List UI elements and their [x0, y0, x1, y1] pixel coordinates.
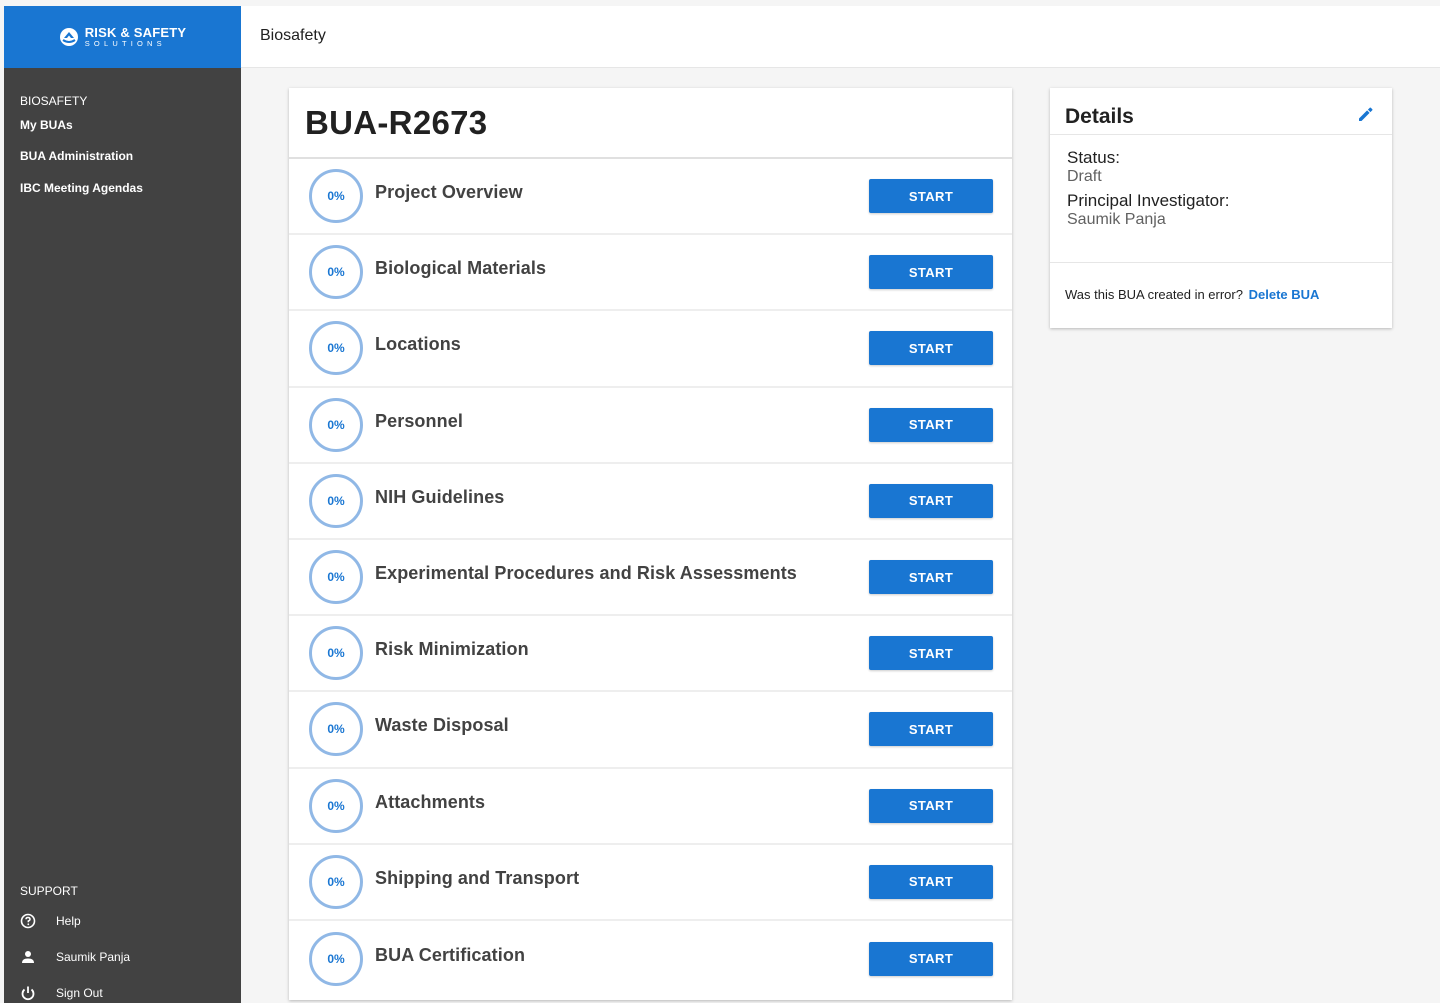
sidebar-item-bua-administration[interactable]: BUA Administration — [20, 149, 241, 163]
nav-section-title: BIOSAFETY — [20, 94, 88, 108]
delete-prompt-text: Was this BUA created in error? — [1065, 287, 1243, 302]
start-button[interactable]: START — [869, 255, 993, 290]
section-row: 0% Risk Minimization START — [289, 616, 1012, 693]
sidebar-item-my-buas[interactable]: My BUAs — [20, 118, 241, 132]
sidebar-item-ibc-meeting-agendas[interactable]: IBC Meeting Agendas — [20, 181, 241, 195]
support-item-label: Saumik Panja — [56, 950, 131, 964]
details-header: Details — [1050, 88, 1392, 135]
progress-indicator: 0% — [309, 931, 363, 986]
support-item-help[interactable]: Help — [20, 912, 230, 930]
logo-title: RISK & SAFETY — [84, 25, 187, 41]
support-item-label: Help — [56, 914, 81, 928]
section-list: 0% Project Overview START 0% Biological … — [289, 159, 1012, 997]
section-name: Locations — [375, 334, 461, 355]
support-section: SUPPORT Help Saumik Panja Sign Out — [20, 884, 230, 1002]
progress-indicator: 0% — [309, 245, 363, 300]
section-name: BUA Certification — [375, 944, 526, 965]
section-name: Waste Disposal — [375, 715, 509, 736]
help-circle-icon — [20, 913, 36, 929]
start-button[interactable]: START — [869, 331, 993, 366]
edit-pencil-icon[interactable] — [1356, 104, 1376, 124]
section-row: 0% Experimental Procedures and Risk Asse… — [289, 540, 1012, 617]
support-title: SUPPORT — [20, 884, 78, 898]
progress-indicator: 0% — [309, 778, 363, 833]
progress-indicator: 0% — [309, 854, 363, 909]
pi-value: Saumik Panja — [1067, 211, 1166, 228]
section-name: Project Overview — [375, 182, 523, 203]
support-item-sign-out[interactable]: Sign Out — [20, 984, 230, 1002]
start-button[interactable]: START — [869, 483, 993, 518]
support-item-label: Sign Out — [56, 986, 103, 1000]
start-button[interactable]: START — [869, 864, 993, 899]
start-button[interactable]: START — [869, 712, 993, 747]
section-name: Attachments — [375, 791, 486, 812]
user-icon — [20, 949, 36, 965]
progress-indicator: 0% — [309, 702, 363, 757]
logo-icon — [59, 28, 78, 46]
start-button[interactable]: START — [869, 636, 993, 671]
brand-logo[interactable]: RISK & SAFETY SOLUTIONS — [4, 6, 241, 68]
section-row: 0% Shipping and Transport START — [289, 845, 1012, 921]
section-row: 0% Biological Materials START — [289, 235, 1012, 312]
logo-subtitle: SOLUTIONS — [84, 39, 166, 49]
delete-bua-link[interactable]: Delete BUA — [1249, 287, 1320, 302]
details-body: Status: Draft Principal Investigator: Sa… — [1050, 135, 1392, 263]
status-value: Draft — [1067, 168, 1102, 185]
section-row: 0% Locations START — [289, 311, 1012, 388]
section-name: Experimental Procedures and Risk Assessm… — [375, 563, 797, 584]
logo-text: RISK & SAFETY SOLUTIONS — [85, 26, 187, 48]
progress-indicator: 0% — [309, 321, 363, 376]
section-name: Personnel — [375, 410, 463, 431]
section-name: NIH Guidelines — [375, 486, 505, 507]
start-button[interactable]: START — [869, 560, 993, 595]
nav-biosafety: BIOSAFETY My BUAs BUA Administration IBC… — [4, 94, 241, 195]
section-name: Shipping and Transport — [375, 867, 580, 888]
section-row: 0% Attachments START — [289, 769, 1012, 845]
support-item-profile[interactable]: Saumik Panja — [20, 948, 230, 966]
progress-indicator: 0% — [309, 550, 363, 605]
section-row: 0% Waste Disposal START — [289, 692, 1012, 769]
section-name: Biological Materials — [375, 258, 547, 279]
start-button[interactable]: START — [869, 941, 993, 976]
progress-indicator: 0% — [309, 169, 363, 224]
details-card: Details Status: Draft Principal Investig… — [1050, 88, 1392, 328]
details-title: Details — [1065, 105, 1134, 128]
bua-title: BUA-R2673 — [289, 88, 1012, 159]
start-button[interactable]: START — [869, 179, 993, 214]
start-button[interactable]: START — [869, 788, 993, 823]
progress-indicator: 0% — [309, 626, 363, 681]
status-label: Status: — [1067, 148, 1120, 167]
top-app-bar: Biosafety — [241, 6, 1440, 68]
progress-indicator: 0% — [309, 473, 363, 528]
section-row: 0% NIH Guidelines START — [289, 464, 1012, 540]
page-title: Biosafety — [260, 27, 326, 44]
pi-label: Principal Investigator: — [1067, 191, 1230, 210]
start-button[interactable]: START — [869, 407, 993, 442]
section-row: 0% Project Overview START — [289, 159, 1012, 236]
section-name: Risk Minimization — [375, 639, 529, 660]
delete-prompt: Was this BUA created in error? Delete BU… — [1050, 263, 1392, 302]
power-icon — [20, 985, 36, 1001]
section-row: 0% BUA Certification START — [289, 921, 1012, 997]
bua-sections-card: BUA-R2673 0% Project Overview START 0% B… — [289, 88, 1012, 1000]
section-row: 0% Personnel START — [289, 388, 1012, 464]
progress-indicator: 0% — [309, 397, 363, 452]
sidebar: RISK & SAFETY SOLUTIONS BIOSAFETY My BUA… — [4, 6, 241, 1003]
